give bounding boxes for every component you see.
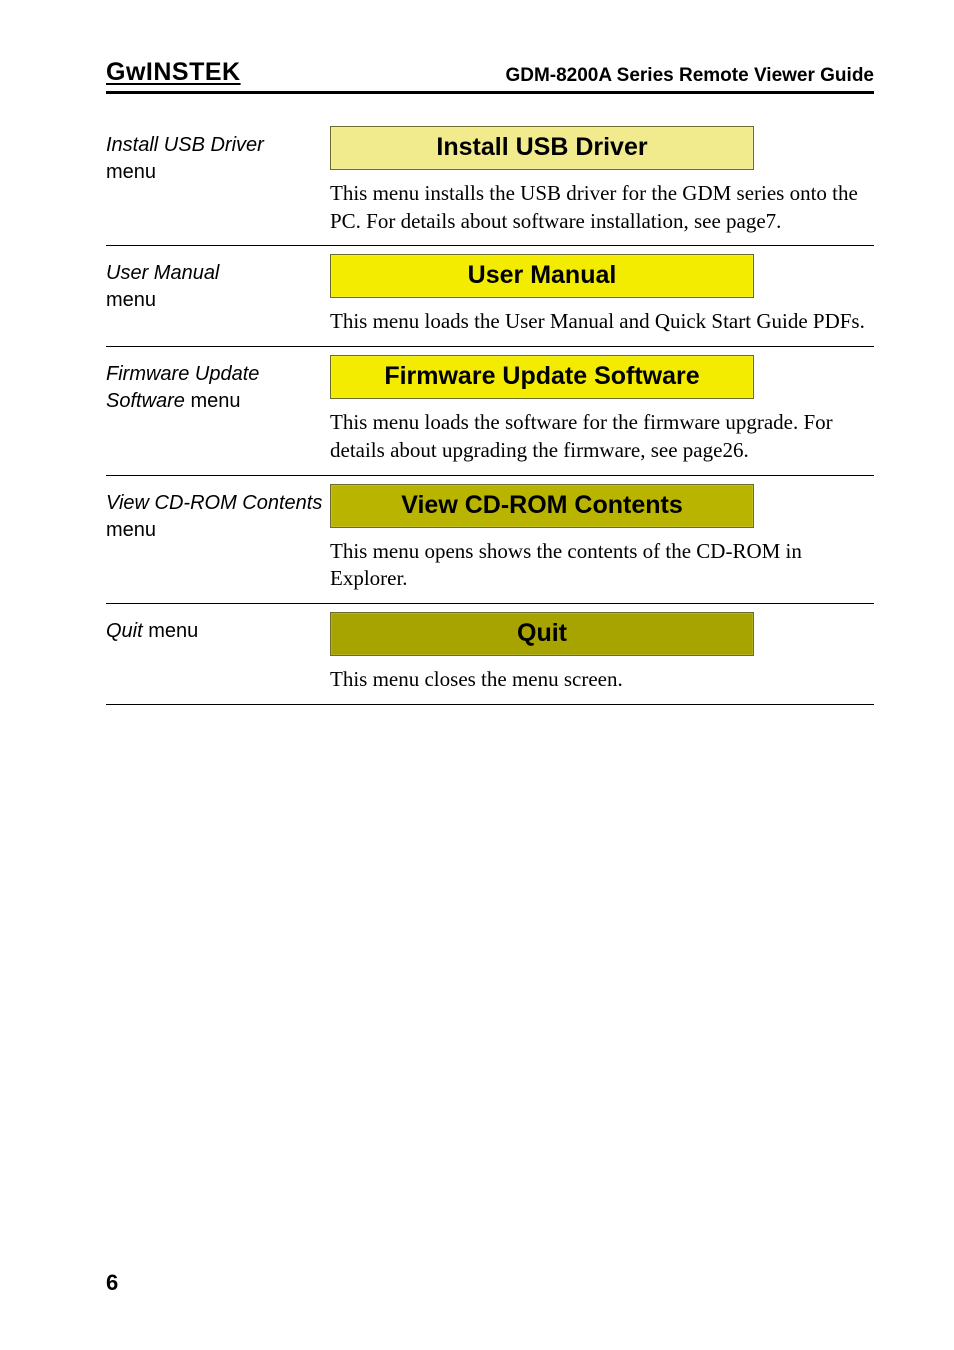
section-label: Quit menu [106,612,324,694]
section-label: User Manual menu [106,254,324,336]
view-cdrom-button[interactable]: View CD-ROM Contents [330,484,754,528]
section-view-cdrom: View CD-ROM Contents menu View CD-ROM Co… [106,476,874,604]
user-manual-button[interactable]: User Manual [330,254,754,298]
section-user-manual: User Manual menu User Manual This menu l… [106,246,874,347]
section-firmware-update: Firmware Update Software menu Firmware U… [106,347,874,475]
section-description: This menu opens shows the contents of th… [330,538,874,593]
install-usb-driver-button[interactable]: Install USB Driver [330,126,754,170]
sections-container: Install USB Driver menu Install USB Driv… [106,122,874,705]
section-description: This menu closes the menu screen. [330,666,874,694]
section-body: Install USB Driver This menu installs th… [330,126,874,235]
page-header: GᴡINSTEK GDM-8200A Series Remote Viewer … [106,58,874,94]
section-install-usb-driver: Install USB Driver menu Install USB Driv… [106,122,874,246]
quit-button[interactable]: Quit [330,612,754,656]
section-description: This menu loads the User Manual and Quic… [330,308,874,336]
label-plain: menu [143,620,199,642]
section-label: Firmware Update Software menu [106,355,324,464]
firmware-update-button[interactable]: Firmware Update Software [330,355,754,399]
section-description: This menu installs the USB driver for th… [330,180,874,235]
label-plain: menu [106,289,156,311]
section-body: Firmware Update Software This menu loads… [330,355,874,464]
label-plain: menu [185,390,241,412]
section-label: View CD-ROM Contents menu [106,484,324,593]
section-body: View CD-ROM Contents This menu opens sho… [330,484,874,593]
label-italic: Install USB Driver [106,134,264,156]
section-description: This menu loads the software for the fir… [330,409,874,464]
label-plain: menu [106,161,156,183]
label-italic: View CD-ROM Contents [106,492,322,514]
label-italic: Quit [106,620,143,642]
section-quit: Quit menu Quit This menu closes the menu… [106,604,874,705]
label-plain: menu [106,519,156,541]
section-body: Quit This menu closes the menu screen. [330,612,874,694]
label-italic: User Manual [106,262,219,284]
page-number: 6 [106,1270,118,1296]
section-body: User Manual This menu loads the User Man… [330,254,874,336]
section-label: Install USB Driver menu [106,126,324,235]
document-title: GDM-8200A Series Remote Viewer Guide [505,65,874,87]
brand-logo: GᴡINSTEK [106,58,241,87]
